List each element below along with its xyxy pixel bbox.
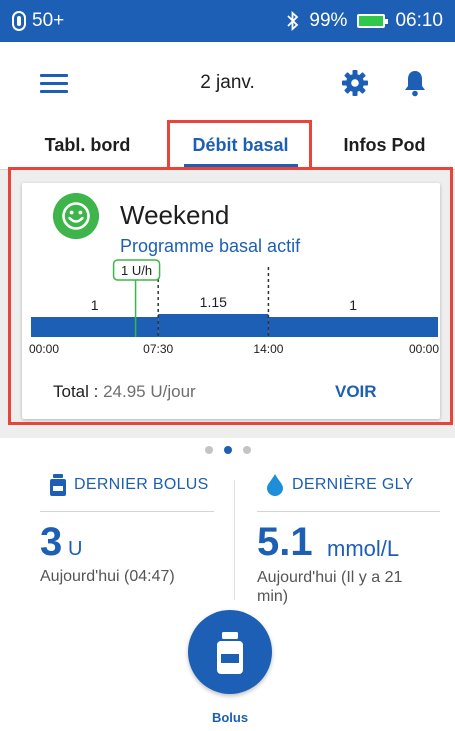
blood-drop-icon (267, 474, 283, 496)
last-bolus-time: Aujourd'hui (04:47) (40, 568, 175, 585)
last-bg-unit: mmol/L (327, 536, 400, 561)
last-bg-time: Aujourd'hui (Il y a 21 min) (257, 569, 403, 605)
header-date: 2 janv. (200, 72, 255, 93)
column-divider (234, 480, 235, 600)
insulin-vial-icon (50, 474, 66, 496)
bg-divider (257, 511, 440, 512)
bolus-button-label[interactable]: Bolus (188, 710, 272, 725)
tab-dashboard[interactable]: Tabl. bord (20, 120, 155, 170)
carousel-indicator (0, 440, 455, 460)
carousel-dot[interactable] (204, 446, 213, 454)
last-bolus-title: DERNIER BOLUS (74, 476, 209, 493)
battery-percent: 99% (309, 10, 348, 31)
insulin-vial-icon (217, 632, 243, 674)
bolus-button[interactable] (188, 610, 272, 694)
last-bg-value: 5.1 (257, 520, 313, 564)
bolus-divider (40, 511, 214, 512)
last-bolus-unit: U (68, 538, 83, 560)
clock: 06:10 (395, 10, 443, 31)
carousel-dot[interactable] (242, 446, 251, 454)
battery-icon (357, 14, 389, 28)
status-bar: 50+ 99% 06:10 (0, 0, 455, 42)
tab-pod-info[interactable]: Infos Pod (322, 120, 447, 170)
last-bg-title: DERNIÈRE GLY (292, 476, 414, 493)
last-bolus-value: 3 (40, 520, 63, 564)
card-highlight-frame (8, 167, 453, 425)
gear-icon[interactable] (342, 70, 368, 96)
pod-status-text: 50+ (32, 10, 65, 31)
pod-icon (12, 11, 26, 31)
tab-highlight-frame (167, 120, 312, 170)
carousel-dot[interactable] (223, 446, 232, 454)
bluetooth-icon (287, 11, 299, 31)
app-header: 2 janv. (0, 42, 455, 120)
bell-icon[interactable] (403, 69, 427, 97)
